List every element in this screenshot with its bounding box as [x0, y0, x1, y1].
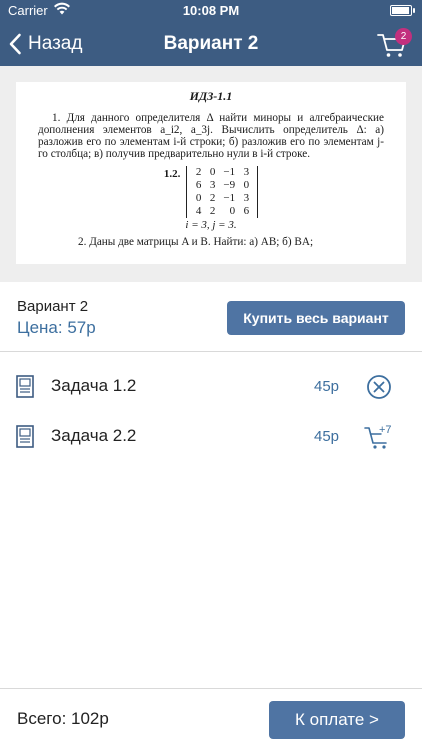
matrix-cell: 0: [209, 166, 216, 178]
matrix-cell: 6: [243, 205, 250, 217]
task-name: Задача 1.2: [51, 376, 137, 395]
preview-paragraph: 1. Для данного определителя Δ найти мино…: [38, 112, 384, 160]
matrix-cell: 0: [195, 192, 202, 204]
task-row[interactable]: Задача 2.2 45р +7: [0, 410, 422, 462]
matrix-cell: 0: [243, 179, 250, 191]
matrix-cell: 0: [229, 205, 236, 217]
matrix-cell: −1: [223, 166, 236, 178]
matrix-cell: −9: [223, 179, 236, 191]
preview-heading: ИДЗ-1.1: [189, 89, 233, 103]
variant-section: Вариант 2 Цена: 57р Купить весь вариант: [0, 282, 422, 352]
matrix-cell: 4: [195, 205, 202, 217]
document-icon: [16, 425, 34, 448]
matrix-cell: 2: [195, 166, 202, 178]
determinant: 2 0 −1 3 6 3 −9 0 0 2 −1 3 4 2 0 6: [186, 166, 259, 218]
task-row[interactable]: Задача 1.2 45р: [0, 360, 422, 412]
navigation-bar: Назад Вариант 2 2: [0, 22, 422, 66]
task-name: Задача 2.2: [51, 426, 137, 445]
matrix-cell: 6: [195, 179, 202, 191]
preview-condition: i = 3, j = 3.: [185, 219, 237, 231]
cart-count-badge: 2: [395, 28, 412, 45]
matrix-cell: 2: [209, 192, 216, 204]
task-price: 45р: [314, 428, 340, 445]
preview-matrix: 1.2. 2 0 −1 3 6 3 −9 0 0 2 −1 3 4 2 0 6: [16, 166, 406, 218]
matrix-cell: 3: [209, 179, 216, 191]
back-label: Назад: [28, 33, 83, 54]
document-icon: [16, 375, 34, 398]
task-preview-image[interactable]: ИДЗ-1.1 1. Для данного определителя Δ на…: [16, 82, 406, 264]
checkout-button[interactable]: К оплате >: [269, 701, 405, 739]
matrix-cell: −1: [223, 192, 236, 204]
remove-circle-icon[interactable]: [364, 372, 394, 402]
matrix-cell: 3: [243, 192, 250, 204]
task-price: 45р: [314, 378, 340, 395]
preview-paragraph-2: 2. Даны две матрицы A и B. Найти: а) AB;…: [78, 236, 314, 248]
checkout-bar: Всего: 102р К оплате >: [0, 688, 422, 750]
back-button[interactable]: Назад: [8, 31, 82, 57]
status-time: 10:08 PM: [182, 3, 240, 18]
chevron-left-icon: [9, 33, 21, 55]
matrix-cell: 2: [209, 205, 216, 217]
status-bar: Carrier 10:08 PM: [0, 0, 422, 22]
matrix-label: 1.2.: [163, 168, 181, 180]
battery-icon: [390, 5, 415, 16]
matrix-cell: 3: [243, 166, 250, 178]
preview-area: ИДЗ-1.1 1. Для данного определителя Δ на…: [0, 66, 422, 282]
svg-text:+7: +7: [379, 424, 392, 436]
variant-name: Вариант 2: [17, 298, 89, 315]
total-label: Всего: 102р: [17, 709, 109, 728]
variant-price: Цена: 57р: [17, 318, 96, 337]
cart-button[interactable]: 2: [376, 28, 412, 62]
add-to-cart-icon[interactable]: +7: [364, 422, 394, 452]
buy-variant-button[interactable]: Купить весь вариант: [227, 301, 405, 335]
